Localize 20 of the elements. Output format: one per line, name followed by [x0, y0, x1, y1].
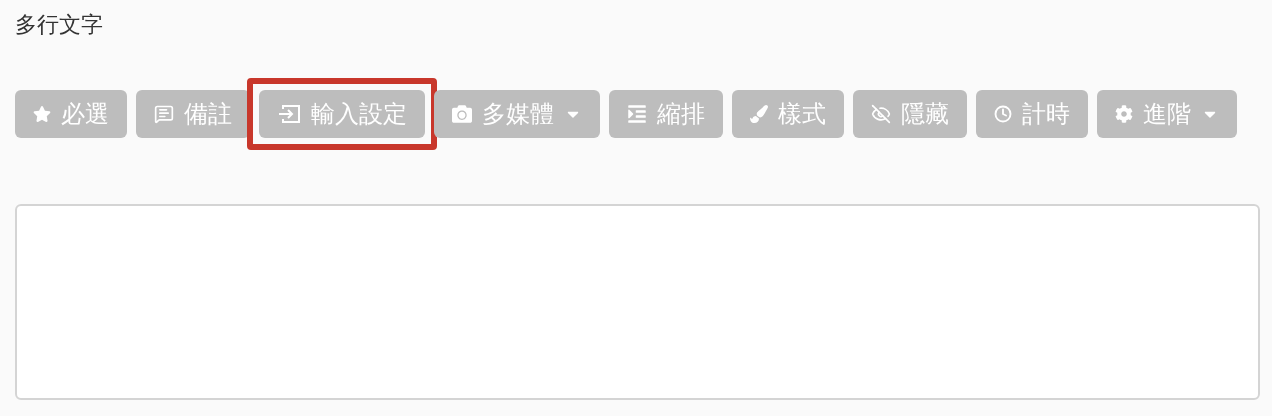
- paintbrush-icon: [750, 105, 768, 123]
- toolbar-button[interactable]: 樣式: [732, 90, 844, 138]
- toolbar-button[interactable]: 備註: [136, 90, 250, 138]
- arrow-into-box-icon: [277, 104, 301, 124]
- eye-off-icon: [871, 104, 891, 124]
- toolbar-button[interactable]: 進階: [1097, 90, 1237, 138]
- toolbar-button[interactable]: 計時: [976, 90, 1088, 138]
- text-area[interactable]: [15, 204, 1260, 400]
- comment-icon: [154, 104, 174, 124]
- settings-icon: [1115, 105, 1133, 123]
- toolbar-button[interactable]: 必選: [15, 90, 127, 138]
- camera-icon: [452, 104, 472, 124]
- clock-icon: [994, 105, 1012, 123]
- field-title: 多行文字: [15, 11, 103, 39]
- toolbar-button[interactable]: 隱藏: [853, 90, 967, 138]
- indent-icon: [627, 104, 647, 124]
- toolbar-button[interactable]: 縮排: [609, 90, 723, 138]
- toolbar-button[interactable]: 多媒體: [434, 90, 600, 138]
- star-icon: [33, 105, 51, 123]
- toolbar-button[interactable]: 輸入設定: [259, 90, 425, 138]
